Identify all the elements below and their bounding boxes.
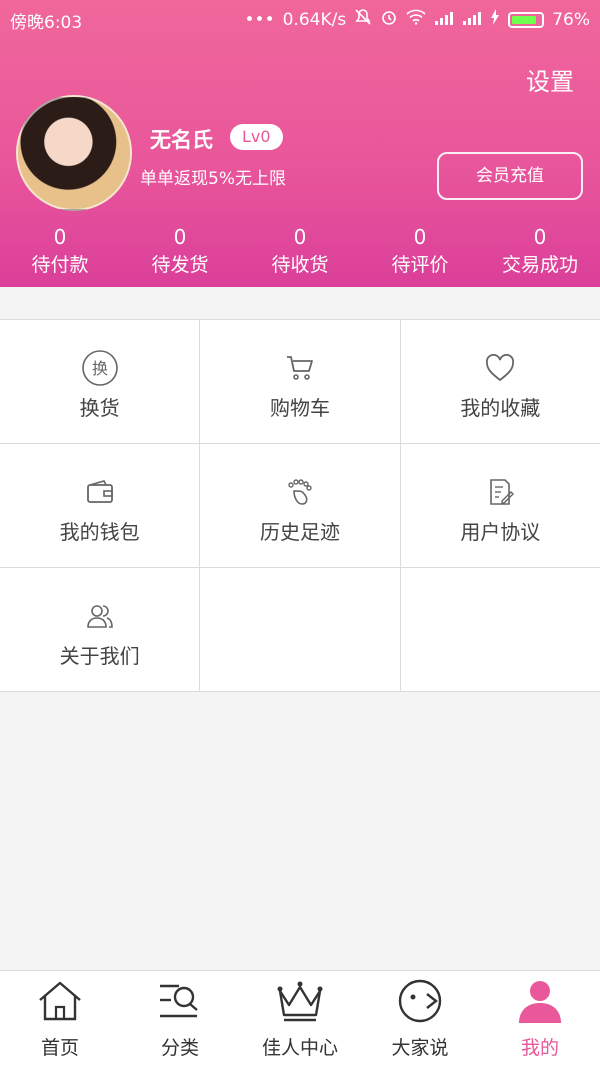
footprint-icon	[280, 472, 320, 512]
menu-agreement[interactable]: 用户协议	[400, 444, 600, 567]
tab-home[interactable]: 首页	[0, 971, 120, 1068]
menu-label: 关于我们	[59, 644, 140, 668]
order-pending-shipment[interactable]: 0 待发货	[120, 224, 240, 280]
alarm-icon	[380, 8, 398, 31]
order-label: 待收货	[271, 254, 329, 276]
order-count: 0	[173, 225, 187, 249]
order-count: 0	[293, 225, 307, 249]
menu-grid: 换 换货 购物车 我的收藏 我的钱包 历史足迹 用户协议 关于我们	[0, 319, 600, 692]
menu-label: 我的钱包	[59, 520, 140, 544]
menu-empty-cell	[200, 568, 400, 691]
chat-face-icon	[395, 977, 445, 1025]
exchange-icon: 换	[80, 348, 120, 388]
order-pending-receipt[interactable]: 0 待收货	[240, 224, 360, 280]
status-bar: 傍晚6:03 ••• 0.64K/s 76%	[0, 0, 600, 36]
order-count: 0	[413, 225, 427, 249]
tab-label: 首页	[40, 1037, 79, 1059]
order-count: 0	[53, 225, 67, 249]
menu-label: 我的收藏	[460, 396, 541, 420]
tab-community[interactable]: 大家说	[360, 971, 480, 1068]
menu-exchange[interactable]: 换 换货	[0, 320, 200, 443]
avatar[interactable]	[16, 95, 132, 211]
order-label: 交易成功	[501, 254, 578, 276]
heart-icon	[480, 348, 520, 388]
status-time: 傍晚6:03	[10, 13, 83, 33]
level-badge: Lv0	[230, 124, 283, 150]
battery-percent: 76%	[552, 9, 590, 30]
menu-label: 历史足迹	[259, 520, 340, 544]
menu-empty-cell	[400, 568, 600, 691]
agreement-icon	[480, 472, 520, 512]
menu-history[interactable]: 历史足迹	[200, 444, 400, 567]
menu-about-us[interactable]: 关于我们	[0, 568, 200, 691]
order-label: 待发货	[151, 254, 209, 276]
order-label: 待评价	[391, 254, 449, 276]
menu-label: 购物车	[269, 396, 330, 420]
order-pending-payment[interactable]: 0 待付款	[0, 224, 120, 280]
username: 无名氏	[150, 128, 213, 152]
dots-icon: •••	[244, 9, 275, 30]
charging-icon	[490, 9, 500, 30]
users-icon	[80, 596, 120, 636]
settings-button[interactable]: 设置	[526, 62, 574, 97]
tab-beauty-center[interactable]: 佳人中心	[240, 971, 360, 1068]
rebate-text: 单单返现5%无上限	[140, 169, 286, 189]
home-icon	[35, 977, 85, 1025]
tab-label: 分类	[160, 1037, 199, 1059]
signal-icon	[434, 10, 454, 30]
person-icon	[515, 977, 565, 1025]
wallet-icon	[80, 472, 120, 512]
order-status-row: 0 待付款 0 待发货 0 待收货 0 待评价 0 交易成功	[0, 224, 600, 280]
profile-header: 傍晚6:03 ••• 0.64K/s 76% 设置 无名氏 Lv0 单单返现5%…	[0, 0, 600, 287]
menu-label: 换货	[79, 396, 120, 420]
battery-icon	[508, 11, 545, 28]
mute-icon	[354, 8, 372, 31]
order-completed[interactable]: 0 交易成功	[480, 224, 600, 280]
order-label: 待付款	[31, 254, 89, 276]
menu-cart[interactable]: 购物车	[200, 320, 400, 443]
crown-icon	[275, 977, 325, 1025]
category-search-icon	[155, 977, 205, 1025]
wifi-icon	[406, 9, 426, 30]
tab-category[interactable]: 分类	[120, 971, 240, 1068]
order-pending-review[interactable]: 0 待评价	[360, 224, 480, 280]
menu-wallet[interactable]: 我的钱包	[0, 444, 200, 567]
recharge-button[interactable]: 会员充值	[437, 152, 583, 200]
tab-mine[interactable]: 我的	[480, 971, 600, 1068]
network-speed: 0.64K/s	[282, 9, 347, 30]
bottom-tab-bar: 首页 分类 佳人中心 大家说 我的	[0, 970, 600, 1068]
tab-label: 我的	[520, 1037, 559, 1059]
cart-icon	[280, 348, 320, 388]
tab-label: 佳人中心	[261, 1037, 338, 1059]
exchange-icon-text: 换	[92, 359, 108, 378]
tab-label: 大家说	[391, 1037, 449, 1059]
menu-favorites[interactable]: 我的收藏	[400, 320, 600, 443]
signal-icon	[462, 10, 482, 30]
order-count: 0	[533, 225, 547, 249]
menu-label: 用户协议	[460, 520, 541, 544]
